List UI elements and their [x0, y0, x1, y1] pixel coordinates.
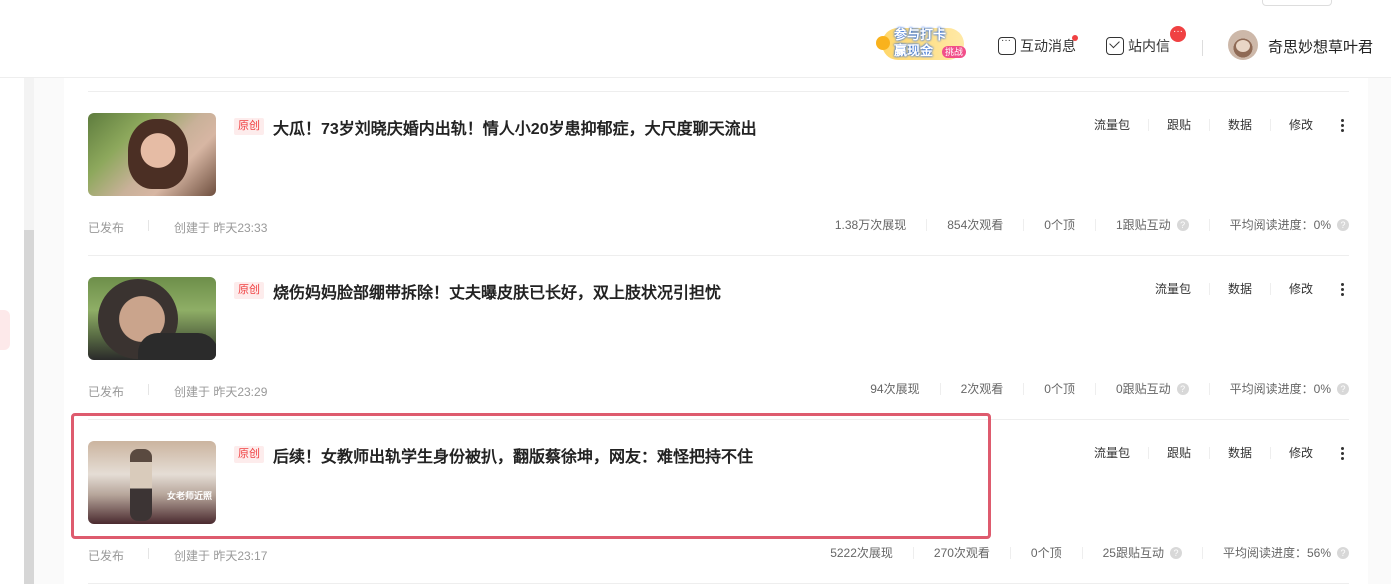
read-progress-label: 平均阅读进度：56% — [1222, 546, 1331, 560]
comment-interactions-label: 25跟贴互动 — [1102, 546, 1164, 560]
comment-interactions-label: 1跟贴互动 — [1115, 218, 1171, 232]
data-button[interactable]: 数据 — [1208, 119, 1270, 131]
browser-top-strip — [0, 0, 1391, 8]
read-progress-label: 平均阅读进度：0% — [1229, 218, 1331, 232]
data-button[interactable]: 数据 — [1208, 283, 1270, 295]
likes: 0个顶 — [1023, 219, 1095, 231]
original-badge: 原创 — [234, 282, 264, 299]
edit-button[interactable]: 修改 — [1269, 283, 1331, 295]
coin-icon — [876, 36, 890, 50]
highlight-annotation-box — [71, 413, 991, 539]
help-icon[interactable]: ? — [1337, 547, 1349, 559]
article-meta: 已发布 创建于 昨天23:33 1.38万次展现 854次观看 0个顶 1跟贴互… — [88, 219, 1349, 235]
meta-divider — [148, 548, 149, 559]
created-time: 创建于 昨天23:33 — [174, 221, 268, 235]
likes: 0个顶 — [1023, 383, 1095, 395]
help-icon[interactable]: ? — [1176, 383, 1189, 395]
user-avatar[interactable] — [1228, 30, 1258, 60]
help-icon[interactable]: ? — [1176, 219, 1189, 231]
traffic-pack-button[interactable]: 流量包 — [1076, 119, 1148, 131]
article-title[interactable]: 烧伤妈妈脸部绷带拆除！丈夫曝皮肤已长好，双上肢状况引担忧 — [273, 279, 721, 303]
top-pill[interactable] — [1262, 0, 1332, 6]
article-actions: 流量包 跟贴 数据 修改 — [1076, 116, 1349, 134]
impressions: 94次展现 — [870, 382, 920, 396]
unread-dot — [1072, 35, 1078, 41]
scrollbar-thumb[interactable] — [24, 230, 34, 584]
sidebar-active-item[interactable] — [0, 310, 10, 350]
article-meta: 已发布 创建于 昨天23:17 5222次展现 270次观看 0个顶 25跟贴互… — [88, 547, 1349, 563]
inbox-badge: ··· — [1170, 26, 1186, 42]
article-stats: 1.38万次展现 854次观看 0个顶 1跟贴互动? 平均阅读进度：0%? — [815, 219, 1349, 231]
read-progress: 平均阅读进度：56%? — [1201, 546, 1349, 560]
publish-status: 已发布 — [88, 549, 125, 563]
promo-line2: 赢现金 — [894, 43, 934, 58]
comment-interactions-label: 0跟贴互动 — [1115, 382, 1171, 396]
views: 2次观看 — [939, 383, 1024, 395]
comment-interactions: 25跟贴互动? — [1081, 546, 1202, 560]
comment-interactions: 1跟贴互动? — [1094, 218, 1209, 232]
list-divider — [88, 91, 1349, 92]
more-vertical-icon[interactable] — [1335, 282, 1349, 296]
inbox-label: 站内信 — [1128, 38, 1170, 54]
more-vertical-icon[interactable] — [1335, 118, 1349, 132]
article-actions: 流量包 数据 修改 — [1137, 280, 1349, 298]
promo-line1: 参与打卡 — [894, 27, 947, 42]
likes: 0个顶 — [1009, 547, 1082, 559]
content-gutter-right — [1368, 78, 1391, 584]
article-thumbnail[interactable] — [88, 113, 216, 196]
data-button[interactable]: 数据 — [1208, 447, 1270, 459]
help-icon[interactable]: ? — [1337, 383, 1349, 395]
impressions: 1.38万次展现 — [834, 218, 907, 232]
inbox-link[interactable]: 站内信 — [1106, 36, 1170, 56]
help-icon[interactable]: ? — [1169, 547, 1182, 559]
username[interactable]: 奇思妙想草叶君 — [1268, 36, 1373, 57]
more-vertical-icon[interactable] — [1335, 446, 1349, 460]
created-time: 创建于 昨天23:29 — [174, 385, 268, 399]
top-header: 参与打卡 赢现金 挑战 互动消息 站内信 ··· 奇思妙想草叶君 — [0, 8, 1391, 78]
publish-status: 已发布 — [88, 385, 125, 399]
article-stats: 94次展现 2次观看 0个顶 0跟贴互动? 平均阅读进度：0%? — [850, 383, 1349, 395]
interaction-messages-link[interactable]: 互动消息 — [998, 35, 1076, 56]
promo-tag: 挑战 — [942, 46, 967, 58]
read-progress-label: 平均阅读进度：0% — [1229, 382, 1331, 396]
message-bubble-icon — [998, 35, 1016, 55]
checkin-promo-banner[interactable]: 参与打卡 赢现金 挑战 — [876, 24, 968, 64]
interaction-messages-label: 互动消息 — [1020, 38, 1076, 54]
publish-status: 已发布 — [88, 221, 125, 235]
article-title[interactable]: 大瓜！73岁刘晓庆婚内出轨！情人小20岁患抑郁症，大尺度聊天流出 — [273, 115, 757, 139]
help-icon[interactable]: ? — [1337, 219, 1349, 231]
article-actions: 流量包 跟贴 数据 修改 — [1076, 444, 1349, 462]
comments-button[interactable]: 跟贴 — [1147, 119, 1209, 131]
impressions: 5222次展现 — [830, 546, 893, 560]
content-gutter-left — [34, 78, 64, 584]
read-progress: 平均阅读进度：0%? — [1208, 382, 1349, 396]
views: 854次观看 — [926, 219, 1023, 231]
article-stats: 5222次展现 270次观看 0个顶 25跟贴互动? 平均阅读进度：56%? — [810, 547, 1349, 559]
read-progress: 平均阅读进度：0%? — [1208, 218, 1349, 232]
article-meta: 已发布 创建于 昨天23:29 94次展现 2次观看 0个顶 0跟贴互动? 平均… — [88, 383, 1349, 399]
comment-interactions: 0跟贴互动? — [1094, 382, 1209, 396]
header-divider — [1202, 40, 1203, 56]
original-badge: 原创 — [234, 118, 264, 135]
views: 270次观看 — [912, 547, 1010, 559]
meta-divider — [148, 384, 149, 395]
traffic-pack-button[interactable]: 流量包 — [1137, 283, 1209, 295]
created-time: 创建于 昨天23:17 — [174, 549, 268, 563]
mail-icon — [1106, 37, 1124, 55]
article-item: 原创 大瓜！73岁刘晓庆婚内出轨！情人小20岁患抑郁症，大尺度聊天流出 流量包 … — [88, 113, 1349, 276]
comments-button[interactable]: 跟贴 — [1147, 447, 1209, 459]
meta-divider — [148, 220, 149, 231]
traffic-pack-button[interactable]: 流量包 — [1076, 447, 1148, 459]
edit-button[interactable]: 修改 — [1269, 447, 1331, 459]
edit-button[interactable]: 修改 — [1269, 119, 1331, 131]
article-thumbnail[interactable] — [88, 277, 216, 360]
